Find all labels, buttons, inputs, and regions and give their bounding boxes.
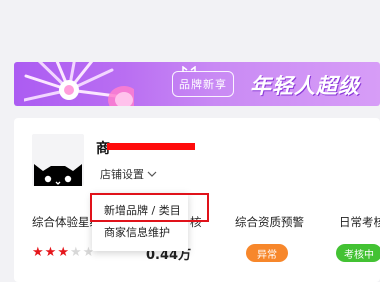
brand-badge: 品牌新享 (172, 71, 234, 97)
shop-logo (32, 134, 84, 186)
metric-label-daily: 日常考核 (339, 215, 380, 229)
promo-banner[interactable]: 品牌新享 年轻人超级 (14, 62, 380, 106)
tmall-cat-icon (34, 164, 82, 186)
banner-slogan: 年轻人超级 (250, 74, 360, 98)
redacted-name-bar (107, 143, 195, 150)
star-icon: ★ (69, 245, 82, 260)
review-status-badge[interactable]: 考核中 (336, 244, 380, 262)
warning-status-badge[interactable]: 异常 (246, 244, 288, 262)
top-bar (0, 0, 380, 50)
star-icon: ★ (32, 245, 44, 260)
star-icon: ★ (44, 245, 57, 260)
star-icon: ★ (57, 245, 69, 260)
shop-settings-label: 店铺设置 (100, 168, 144, 181)
flower-decoration-icon (24, 62, 134, 106)
dropdown-item-merchant-info[interactable]: 商家信息维护 (104, 224, 170, 240)
chevron-down-icon (147, 171, 157, 177)
shop-settings-menu[interactable]: 店铺设置 (100, 166, 157, 182)
star-rating: ★ ★ ★ ★ ★ (32, 246, 94, 259)
highlight-box (90, 193, 209, 222)
metric-label-qualification: 综合资质预警 (235, 215, 304, 229)
